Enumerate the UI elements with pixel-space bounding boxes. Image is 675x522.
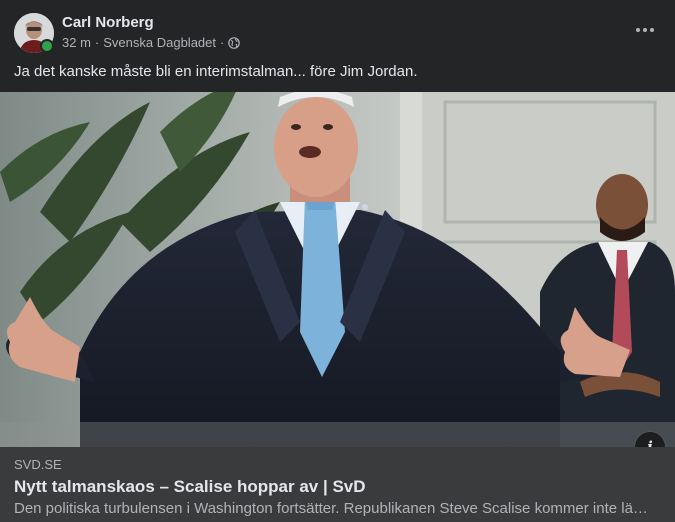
meta-separator: · (94, 35, 100, 50)
author-avatar[interactable] (14, 13, 54, 53)
link-title: Nytt talmanskaos – Scalise hoppar av | S… (14, 477, 366, 496)
author-name[interactable]: Carl Norberg (62, 14, 154, 31)
meta-separator: · (220, 35, 225, 50)
online-status-indicator (40, 39, 54, 53)
post-time[interactable]: 32 m (62, 35, 91, 50)
globe-icon (228, 36, 241, 49)
more-options-icon (636, 28, 654, 32)
post-text: Ja det kanske måste bli en interimstalma… (14, 63, 418, 80)
link-preview-card[interactable]: SVD.SE Nytt talmanskaos – Scalise hoppar… (0, 447, 675, 522)
feed-post: Carl Norberg 32 m · Svenska Dagbladet · … (0, 0, 675, 522)
link-preview-image[interactable] (0, 92, 675, 447)
more-options-button[interactable] (629, 16, 661, 44)
link-description: Den politiska turbulensen i Washington f… (14, 500, 648, 517)
link-domain: SVD.SE (14, 457, 62, 472)
post-source[interactable]: Svenska Dagbladet (103, 35, 216, 50)
post-meta: 32 m · Svenska Dagbladet · (62, 35, 241, 50)
